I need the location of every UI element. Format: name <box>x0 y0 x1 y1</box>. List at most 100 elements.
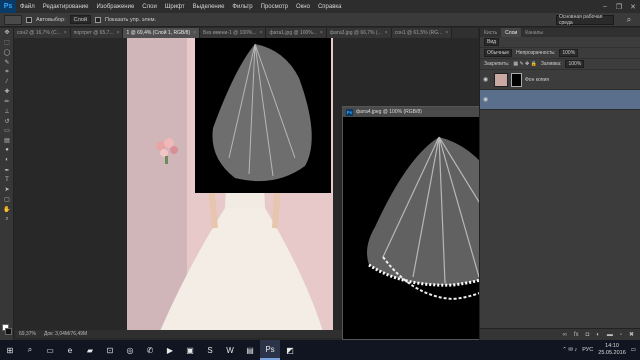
photoshop-icon[interactable]: Ps <box>260 340 280 360</box>
tab-doc-1[interactable]: сон2 @ 16,7% (С... × <box>14 28 71 38</box>
video-icon[interactable]: ▣ <box>180 340 200 360</box>
stamp-tool-icon[interactable]: ⊥ <box>0 106 14 116</box>
chrome-icon[interactable]: ◎ <box>120 340 140 360</box>
menu-select[interactable]: Выделение <box>189 4 229 10</box>
fill-input[interactable]: 100% <box>565 60 585 68</box>
type-tool-icon[interactable]: T <box>0 175 14 185</box>
search-icon[interactable]: ⌕ <box>20 340 40 360</box>
menu-filter[interactable]: Фильтр <box>228 4 256 10</box>
workspace-dropdown[interactable]: Основная рабочая среда <box>556 14 614 26</box>
link-icon[interactable]: ∞ <box>563 332 567 338</box>
pen-tool-icon[interactable]: ✒ <box>0 165 14 175</box>
show-transform-label: Показать упр. элем. <box>105 16 157 23</box>
adjustment-icon[interactable]: ◐ <box>596 332 600 338</box>
tab-doc-7[interactable]: сон1 @ 61,5% (RG... × <box>391 28 453 38</box>
eyedropper-tool-icon[interactable]: ⁄ <box>0 77 14 87</box>
eye-icon[interactable]: ◉ <box>483 76 491 83</box>
close-button[interactable]: ✕ <box>626 0 640 13</box>
menu-type[interactable]: Шрифт <box>161 4 189 10</box>
tab-brush[interactable]: Кисть <box>480 28 501 37</box>
search-icon[interactable]: ⌕ <box>624 15 634 25</box>
close-icon[interactable]: × <box>445 30 448 36</box>
tab-doc-6[interactable]: фата3.jpg @ 66,7% (... × <box>326 28 392 38</box>
word-icon[interactable]: W <box>220 340 240 360</box>
zoom-tool-icon[interactable]: ⌕ <box>0 214 14 224</box>
minimize-button[interactable]: – <box>598 0 612 13</box>
language-indicator[interactable]: РУС <box>582 347 593 353</box>
close-icon[interactable]: × <box>260 30 263 36</box>
layer-name[interactable]: Фон копия <box>525 77 549 83</box>
lasso-tool-icon[interactable]: ◯ <box>0 48 14 58</box>
clock[interactable]: 14:10 25.05.2016 <box>598 343 626 357</box>
edge-icon[interactable]: e <box>60 340 80 360</box>
task-view-icon[interactable]: ▭ <box>40 340 60 360</box>
menu-file[interactable]: Файл <box>16 4 39 10</box>
options-bar: Автовыбор: Слой Показать упр. элем. Осно… <box>0 13 640 27</box>
blur-tool-icon[interactable]: ● <box>0 146 14 156</box>
close-icon[interactable]: × <box>117 30 120 36</box>
layer-kind-filter[interactable]: Вид <box>484 38 500 46</box>
skype-icon[interactable]: S <box>200 340 220 360</box>
zoom-level[interactable]: 69,37% <box>19 331 36 337</box>
tab-doc-5[interactable]: фата1.jpg @ 100%... × <box>266 28 327 38</box>
eraser-tool-icon[interactable]: ▭ <box>0 126 14 136</box>
tab-doc-4[interactable]: Без имени-1 @ 100%... × <box>200 28 267 38</box>
maximize-button[interactable]: ❐ <box>612 0 626 13</box>
hand-tool-icon[interactable]: ✋ <box>0 204 14 214</box>
move-tool-icon[interactable]: ✥ <box>0 28 14 38</box>
crop-tool-icon[interactable]: ⌗ <box>0 67 14 77</box>
marquee-tool-icon[interactable]: ⬚ <box>0 38 14 48</box>
eye-icon[interactable]: ◉ <box>483 96 491 103</box>
close-icon[interactable]: × <box>193 30 196 36</box>
background-color-swatch[interactable] <box>5 328 12 335</box>
close-icon[interactable]: × <box>64 30 67 36</box>
menu-edit[interactable]: Редактирование <box>39 4 93 10</box>
fx-icon[interactable]: fx <box>574 332 579 338</box>
layer-row[interactable]: ◉ Фон копия <box>480 70 640 90</box>
menu-help[interactable]: Справка <box>314 4 346 10</box>
notifications-icon[interactable]: ▭ <box>631 347 636 353</box>
gradient-tool-icon[interactable]: ▤ <box>0 136 14 146</box>
folder-icon[interactable]: ▬ <box>607 332 613 338</box>
bride-photo-document[interactable] <box>127 38 333 330</box>
autoselect-checkbox[interactable] <box>26 16 32 23</box>
tab-channels[interactable]: Каналы <box>521 28 547 37</box>
explorer-icon[interactable]: ▰ <box>80 340 100 360</box>
path-select-tool-icon[interactable]: ➤ <box>0 185 14 195</box>
photos-icon[interactable]: ◩ <box>280 340 300 360</box>
add-mask-icon[interactable]: ◘ <box>586 332 590 338</box>
viber-icon[interactable]: ✆ <box>140 340 160 360</box>
menu-window[interactable]: Окно <box>292 4 314 10</box>
tray-icons[interactable]: ⌃ ✉ ♪ <box>562 347 577 353</box>
tab-layers[interactable]: Слои <box>501 28 522 37</box>
close-icon[interactable]: × <box>320 30 323 36</box>
veil-layer-preview[interactable] <box>195 38 331 193</box>
menu-image[interactable]: Изображение <box>92 4 138 10</box>
tool-preset-picker[interactable] <box>4 14 22 25</box>
opacity-input[interactable]: 100% <box>559 49 579 57</box>
lock-icons[interactable]: ▦ ✎ ✥ 🔒 <box>513 61 537 67</box>
menu-view[interactable]: Просмотр <box>257 4 292 10</box>
show-transform-checkbox[interactable] <box>95 16 102 23</box>
new-layer-icon[interactable]: ▫ <box>620 332 622 338</box>
shape-tool-icon[interactable]: ▢ <box>0 195 14 205</box>
folder-icon[interactable]: ▤ <box>240 340 260 360</box>
healing-tool-icon[interactable]: ✚ <box>0 87 14 97</box>
brush-tool-icon[interactable]: ✏ <box>0 97 14 107</box>
dodge-tool-icon[interactable]: ◐ <box>0 155 14 165</box>
layer-mask-thumbnail[interactable] <box>511 72 522 87</box>
tab-doc-3-active[interactable]: 1 @ 69,4% (Слой 1, RGB/8) × <box>123 28 201 38</box>
close-icon[interactable]: × <box>385 30 388 36</box>
layer-row-selected[interactable]: ◉ <box>480 90 640 110</box>
media-icon[interactable]: ▶ <box>160 340 180 360</box>
document-tabs: сон2 @ 16,7% (С... × портрет @ 65,7... × 1… <box>14 28 478 38</box>
windows-icon[interactable]: ⊞ <box>0 340 20 360</box>
tab-doc-2[interactable]: портрет @ 65,7... × <box>70 28 124 38</box>
blend-mode-dropdown[interactable]: Обычные <box>484 49 513 57</box>
menu-layers[interactable]: Слои <box>138 4 161 10</box>
quick-select-tool-icon[interactable]: ✎ <box>0 57 14 67</box>
autoselect-dropdown[interactable]: Слой <box>69 15 92 24</box>
store-icon[interactable]: ⊡ <box>100 340 120 360</box>
trash-icon[interactable]: ✖ <box>629 331 634 338</box>
history-brush-tool-icon[interactable]: ↺ <box>0 116 14 126</box>
